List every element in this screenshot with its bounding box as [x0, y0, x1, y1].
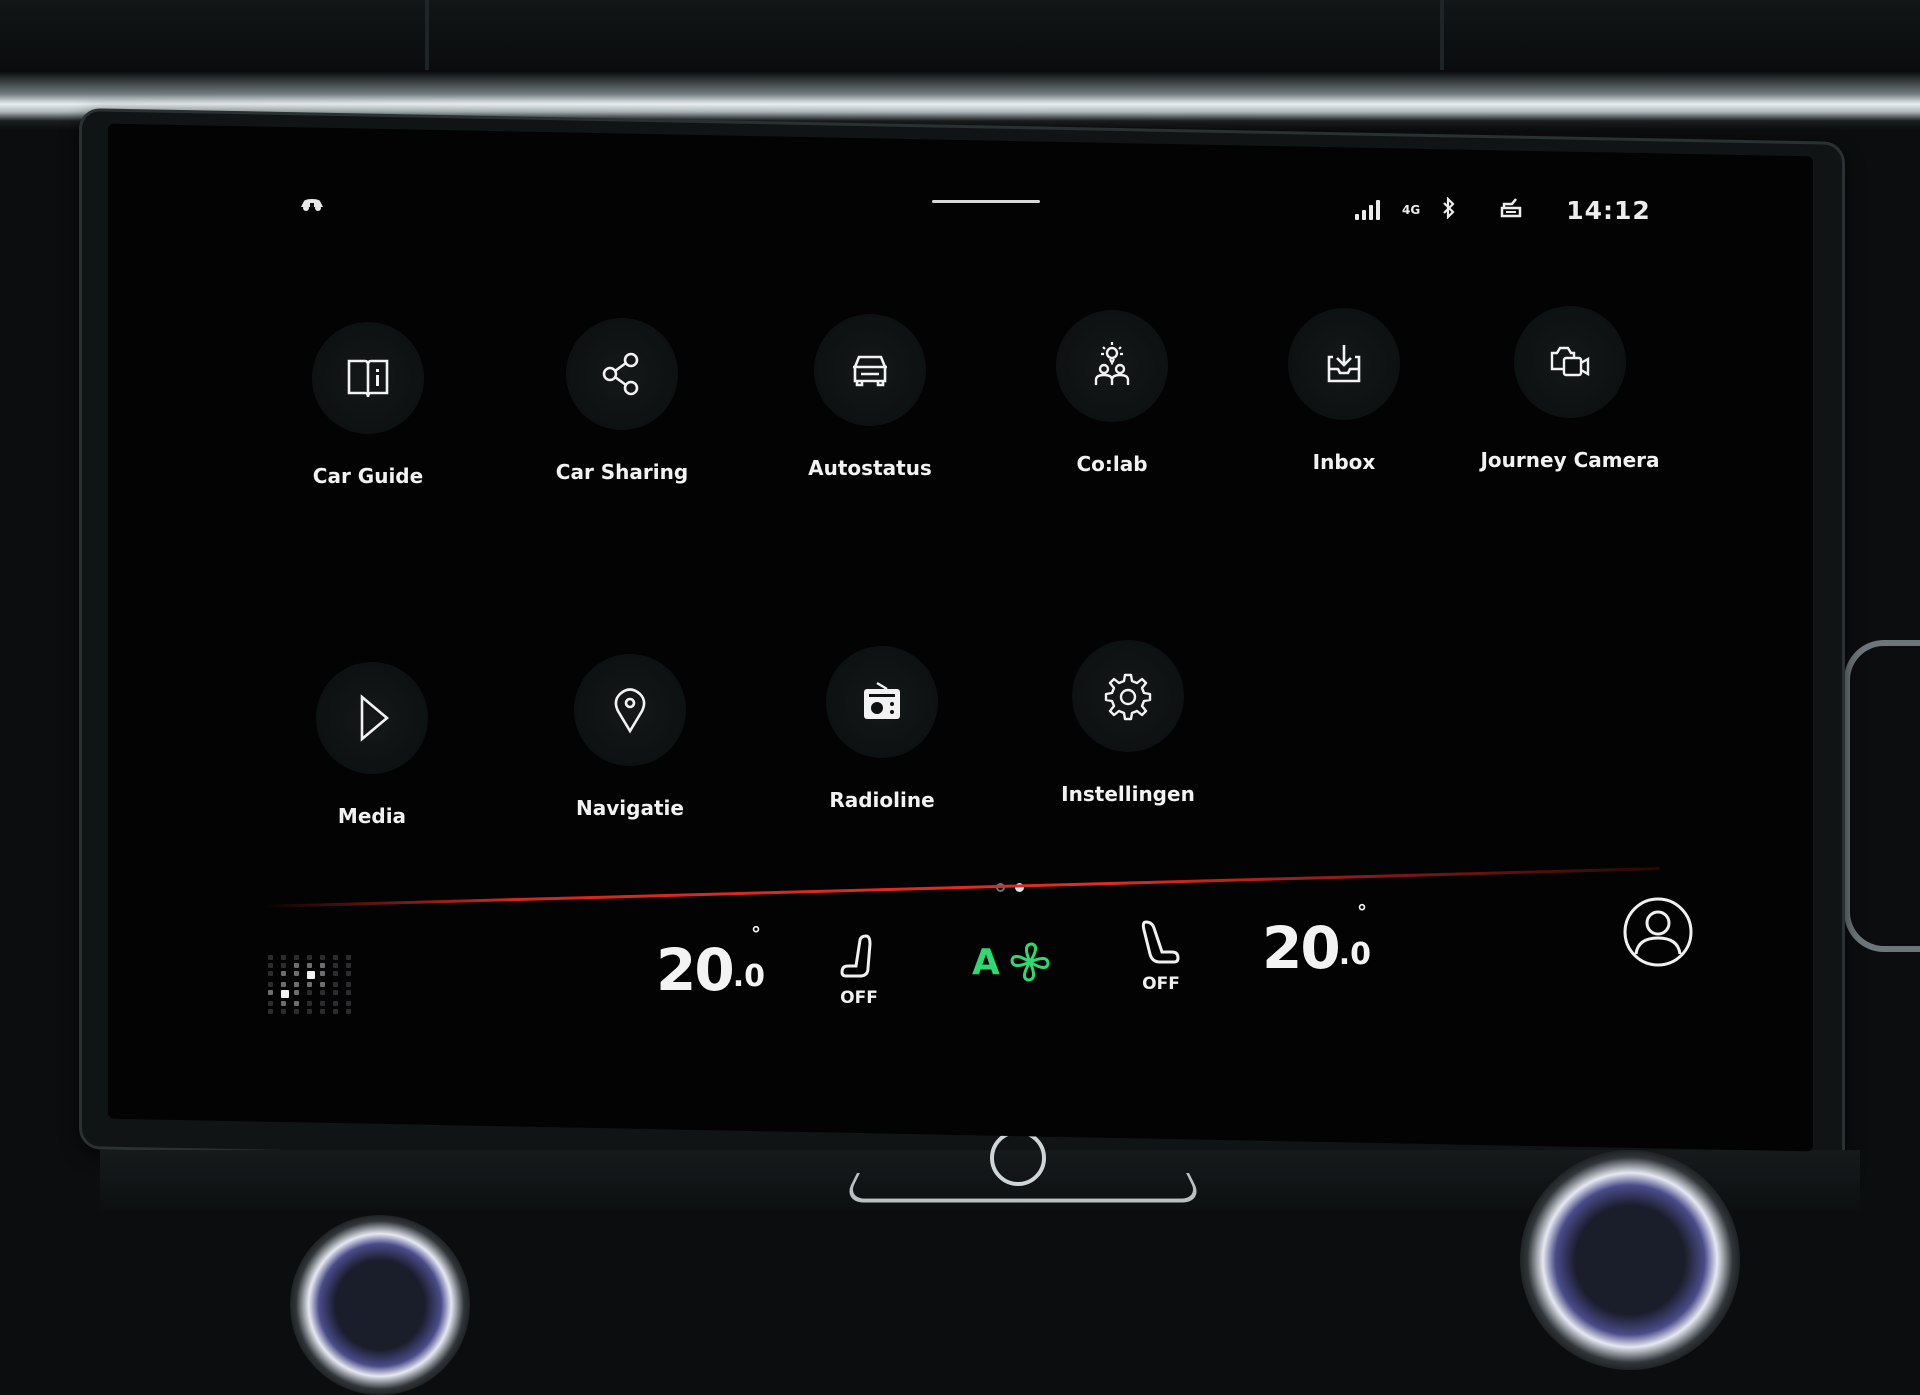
- seat-heater-icon: [840, 934, 872, 978]
- app-icon-circle: [1072, 640, 1184, 752]
- passenger-seat-heating[interactable]: OFF: [1140, 920, 1182, 994]
- app-colab[interactable]: Co:lab: [1012, 310, 1212, 476]
- dashboard-vent-trim: [0, 0, 1920, 130]
- app-radioline[interactable]: Radioline: [782, 646, 982, 812]
- driver-temp-int: 20: [656, 936, 735, 1004]
- side-air-vent: [1844, 640, 1920, 952]
- status-bar-right: 4G 14:12: [1355, 192, 1651, 228]
- driver-seat-heating[interactable]: OFF: [838, 934, 880, 1008]
- vehicle-connected-icon[interactable]: [298, 196, 326, 216]
- app-icon-circle: [814, 314, 926, 426]
- cellular-signal-icon: [1355, 200, 1380, 220]
- app-label: Car Guide: [312, 464, 424, 488]
- user-profile-button[interactable]: [1622, 896, 1694, 968]
- app-label: Instellingen: [1061, 782, 1195, 806]
- fan-auto-control[interactable]: A: [972, 940, 1052, 984]
- home-button[interactable]: [990, 1130, 1046, 1186]
- app-label: Co:lab: [1076, 452, 1148, 476]
- app-icon-circle: [566, 318, 678, 430]
- lightbulb-people-icon: [1094, 342, 1130, 385]
- car-front-icon: [853, 355, 887, 387]
- app-icon-circle: [574, 654, 686, 766]
- app-label: Inbox: [1312, 450, 1376, 474]
- app-label: Journey Camera: [1480, 448, 1660, 472]
- clock: 14:12: [1566, 195, 1651, 225]
- infotainment-screen: [108, 123, 1813, 1152]
- app-label: Navigatie: [576, 796, 684, 820]
- seat-driver-icon[interactable]: [1498, 196, 1524, 224]
- passenger-temperature[interactable]: 20.0 °: [1262, 900, 1371, 982]
- passenger-temp-dec: 0: [1350, 937, 1371, 972]
- climate-menu-grid-icon[interactable]: [268, 955, 356, 1014]
- user-profile-icon: [1623, 897, 1693, 967]
- location-pin-icon: [614, 688, 646, 734]
- app-icon-circle: [312, 322, 424, 434]
- network-type: 4G: [1402, 203, 1421, 217]
- seat-heater-icon: [1141, 920, 1180, 964]
- app-navigatie[interactable]: Navigatie: [530, 654, 730, 820]
- app-label: Car Sharing: [555, 460, 689, 484]
- degree-symbol: °: [751, 922, 761, 946]
- driver-temp-dec: 0: [744, 959, 765, 994]
- bluetooth-icon: [1442, 196, 1456, 223]
- app-instellingen[interactable]: Instellingen: [1028, 640, 1228, 806]
- app-icon-circle: [316, 662, 428, 774]
- gear-icon: [1104, 673, 1152, 721]
- vent-slat: [425, 0, 429, 70]
- app-icon-circle: [1056, 310, 1168, 422]
- app-icon-circle: [1288, 308, 1400, 420]
- share-icon: [602, 352, 639, 396]
- fan-icon: [1010, 942, 1050, 982]
- radio-icon: [864, 681, 900, 719]
- app-car-guide[interactable]: Car Guide: [268, 322, 468, 488]
- app-icon-circle: [1514, 306, 1626, 418]
- book-info-icon: [347, 359, 389, 398]
- app-media[interactable]: Media: [272, 662, 472, 828]
- play-icon: [360, 694, 390, 742]
- degree-symbol: °: [1357, 900, 1367, 924]
- app-icon-circle: [826, 646, 938, 758]
- app-label: Autostatus: [808, 456, 932, 480]
- driver-temperature[interactable]: 20.0 °: [656, 922, 765, 1004]
- right-control-knob[interactable]: [1520, 1150, 1740, 1370]
- app-inbox[interactable]: Inbox: [1244, 308, 1444, 474]
- fan-mode-label: A: [972, 941, 1000, 983]
- camera-video-icon: [1550, 346, 1590, 377]
- seat-heat-status: OFF: [1142, 974, 1180, 994]
- app-car-sharing[interactable]: Car Sharing: [522, 318, 722, 484]
- app-journey-camera[interactable]: Journey Camera: [1470, 306, 1670, 472]
- app-label: Radioline: [829, 788, 935, 812]
- app-label: Media: [337, 804, 407, 828]
- seat-heat-status: OFF: [840, 988, 878, 1008]
- passenger-temp-int: 20: [1262, 914, 1341, 982]
- left-control-knob[interactable]: [290, 1215, 470, 1395]
- vent-slat: [1440, 0, 1444, 70]
- app-autostatus[interactable]: Autostatus: [770, 314, 970, 480]
- notification-pull-handle[interactable]: [932, 200, 1040, 203]
- inbox-download-icon: [1327, 345, 1361, 383]
